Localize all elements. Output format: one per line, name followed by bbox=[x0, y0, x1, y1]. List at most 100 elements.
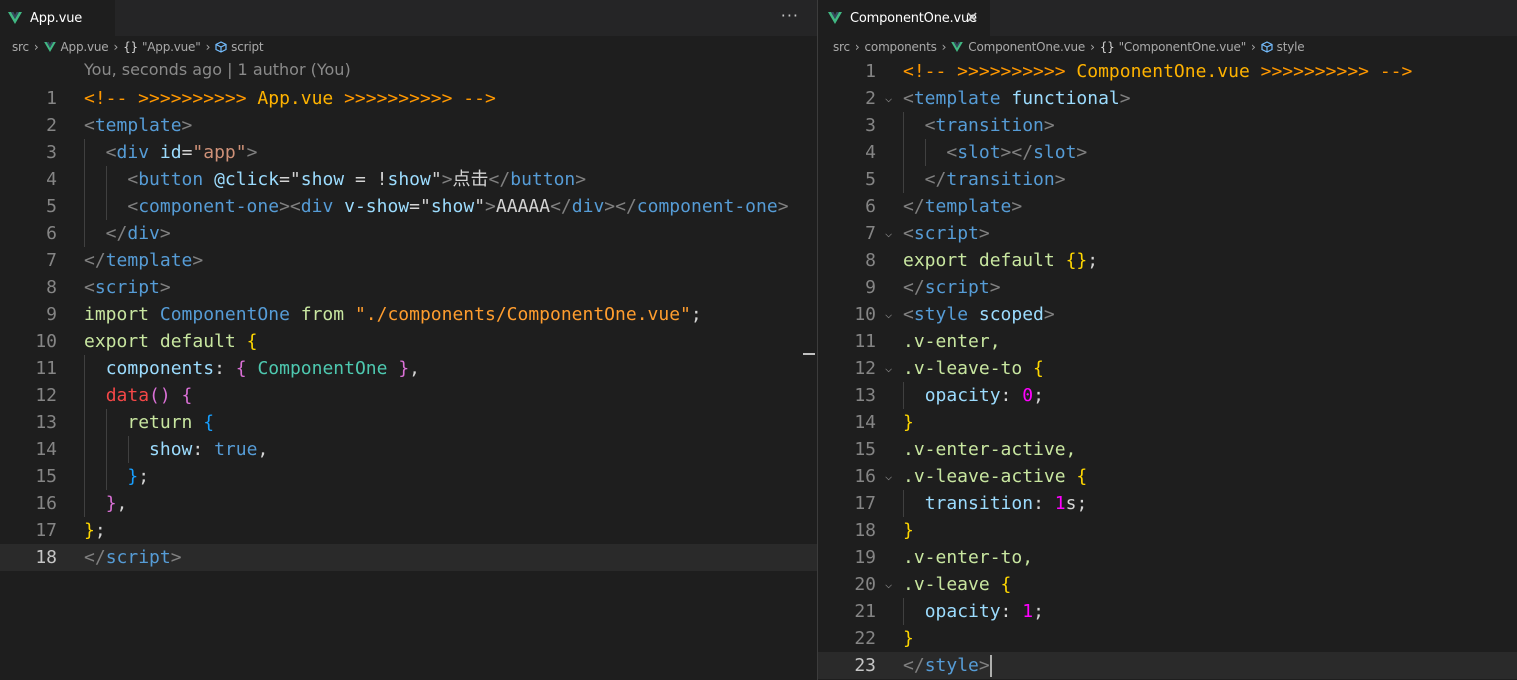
code-line[interactable]: 14} bbox=[818, 409, 1517, 436]
tab-label: App.vue bbox=[30, 10, 83, 26]
line-number: 22 bbox=[854, 628, 876, 649]
line-number: 14 bbox=[35, 439, 57, 460]
chevron-right-icon: › bbox=[854, 40, 860, 54]
chevron-right-icon: › bbox=[33, 40, 39, 54]
code-text: <script> bbox=[903, 223, 990, 244]
code-text: data() { bbox=[105, 385, 193, 406]
line-number: 13 bbox=[854, 385, 876, 406]
breadcrumb-symbol[interactable]: "App.vue" bbox=[142, 40, 201, 54]
more-actions-icon[interactable]: ··· bbox=[781, 6, 799, 25]
line-number: 4 bbox=[46, 169, 57, 190]
fold-chevron-icon[interactable]: ⌵ bbox=[885, 571, 892, 598]
code-editor[interactable]: 1 <!-- >>>>>>>>>> ComponentOne.vue >>>>>>… bbox=[818, 58, 1517, 680]
indent-guide bbox=[903, 382, 904, 409]
line-number: 12 bbox=[854, 358, 876, 379]
line-number: 16 bbox=[854, 466, 876, 487]
breadcrumb-element[interactable]: style bbox=[1277, 40, 1305, 54]
code-line[interactable]: 13 return { bbox=[0, 409, 817, 436]
code-line[interactable]: 5 </transition> bbox=[818, 166, 1517, 193]
code-line[interactable]: 11 .v-enter, bbox=[818, 328, 1517, 355]
code-text: .v-leave { bbox=[903, 574, 1012, 595]
text-cursor bbox=[989, 655, 992, 677]
breadcrumb-folder[interactable]: components bbox=[865, 40, 937, 54]
code-text: } bbox=[903, 412, 914, 433]
code-line[interactable]: 17 transition: 1s; bbox=[818, 490, 1517, 517]
element-symbol-icon bbox=[215, 41, 227, 53]
object-symbol-icon: {} bbox=[123, 40, 138, 54]
code-line[interactable]: 20 ⌵ .v-leave { bbox=[818, 571, 1517, 598]
code-line[interactable]: 2 <template> bbox=[0, 112, 817, 139]
code-line[interactable]: 7 ⌵ <script> bbox=[818, 220, 1517, 247]
code-line[interactable]: 21 opacity: 1; bbox=[818, 598, 1517, 625]
code-line[interactable]: 10 export default { bbox=[0, 328, 817, 355]
code-line[interactable]: 8 <script> bbox=[0, 274, 817, 301]
code-line[interactable]: 15 }; bbox=[0, 463, 817, 490]
code-line[interactable]: 15 .v-enter-active, bbox=[818, 436, 1517, 463]
fold-chevron-icon[interactable]: ⌵ bbox=[885, 220, 892, 247]
code-line[interactable]: 8 export default {}; bbox=[818, 247, 1517, 274]
code-line[interactable]: 23 </style> bbox=[818, 652, 1517, 679]
breadcrumb-src[interactable]: src bbox=[833, 40, 850, 54]
code-text: <template> bbox=[84, 115, 193, 136]
code-text: <component-one><div v-show="show">AAAAA<… bbox=[84, 196, 789, 217]
tab-componentone-vue[interactable]: ComponentOne.vue ✕ bbox=[818, 0, 991, 36]
indent-guide bbox=[925, 139, 926, 166]
fold-chevron-icon[interactable]: ⌵ bbox=[885, 85, 892, 112]
code-line[interactable]: 10 ⌵ <style scoped> bbox=[818, 301, 1517, 328]
code-text: </template> bbox=[903, 196, 1023, 217]
code-line[interactable]: 22} bbox=[818, 625, 1517, 652]
code-line[interactable]: 3 <transition> bbox=[818, 112, 1517, 139]
indent-guide bbox=[106, 409, 107, 490]
code-line[interactable]: 2 ⌵ <template functional> bbox=[818, 85, 1517, 112]
close-icon[interactable]: ✕ bbox=[964, 9, 980, 27]
breadcrumb-file[interactable]: ComponentOne.vue bbox=[968, 40, 1085, 54]
code-line[interactable]: 1 <!-- >>>>>>>>>> App.vue >>>>>>>>>> --> bbox=[0, 85, 817, 112]
code-text: <transition> bbox=[903, 115, 1055, 136]
breadcrumb-src[interactable]: src bbox=[12, 40, 29, 54]
codelens-blame[interactable]: You, seconds ago | 1 author (You) bbox=[84, 60, 351, 79]
line-number: 5 bbox=[46, 196, 57, 217]
code-line[interactable]: 3 <div id="app"> bbox=[0, 139, 817, 166]
code-text: import ComponentOne from "./components/C… bbox=[84, 304, 702, 325]
fold-chevron-icon[interactable]: ⌵ bbox=[885, 355, 892, 382]
breadcrumb-element[interactable]: script bbox=[231, 40, 263, 54]
line-number: 11 bbox=[35, 358, 57, 379]
fold-chevron-icon[interactable]: ⌵ bbox=[885, 301, 892, 328]
vertical-scrollbar[interactable] bbox=[803, 58, 817, 680]
code-line[interactable]: 11 components: { ComponentOne }, bbox=[0, 355, 817, 382]
tab-app-vue[interactable]: App.vue bbox=[0, 0, 116, 36]
code-line[interactable]: 12 data() { bbox=[0, 382, 817, 409]
code-line[interactable]: 9 </script> bbox=[818, 274, 1517, 301]
code-line[interactable]: 6 </template> bbox=[818, 193, 1517, 220]
code-editor[interactable]: You, seconds ago | 1 author (You) 1 <!-- … bbox=[0, 58, 817, 680]
code-line[interactable]: 18 </script> bbox=[0, 544, 817, 571]
vue-file-icon bbox=[951, 42, 964, 52]
code-line[interactable]: 4 <button @click="show = !show">点击</butt… bbox=[0, 166, 817, 193]
line-number: 2 bbox=[46, 115, 57, 136]
code-line[interactable]: 13 opacity: 0; bbox=[818, 382, 1517, 409]
line-number: 5 bbox=[865, 169, 876, 190]
code-line[interactable]: 18} bbox=[818, 517, 1517, 544]
code-line[interactable]: 7 </template> bbox=[0, 247, 817, 274]
code-line[interactable]: 16 }, bbox=[0, 490, 817, 517]
code-line[interactable]: 1 <!-- >>>>>>>>>> ComponentOne.vue >>>>>>… bbox=[818, 58, 1517, 85]
code-line[interactable]: 14 show: true, bbox=[0, 436, 817, 463]
code-line[interactable]: 9 import ComponentOne from "./components/… bbox=[0, 301, 817, 328]
line-number: 15 bbox=[854, 439, 876, 460]
code-line[interactable]: 17}; bbox=[0, 517, 817, 544]
code-line[interactable]: 4 <slot></slot> bbox=[818, 139, 1517, 166]
breadcrumb-file[interactable]: App.vue bbox=[61, 40, 109, 54]
code-text: opacity: 0; bbox=[924, 385, 1044, 406]
code-line[interactable]: 12 ⌵ .v-leave-to { bbox=[818, 355, 1517, 382]
line-number: 3 bbox=[865, 115, 876, 136]
code-text: .v-leave-to { bbox=[903, 358, 1044, 379]
breadcrumb-symbol[interactable]: "ComponentOne.vue" bbox=[1119, 40, 1247, 54]
code-line[interactable]: 19 .v-enter-to, bbox=[818, 544, 1517, 571]
line-number: 6 bbox=[46, 223, 57, 244]
tab-bar: App.vue ··· bbox=[0, 0, 817, 36]
code-line[interactable]: 16 ⌵ .v-leave-active { bbox=[818, 463, 1517, 490]
line-number: 20 bbox=[854, 574, 876, 595]
fold-chevron-icon[interactable]: ⌵ bbox=[885, 463, 892, 490]
code-line[interactable]: 6 </div> bbox=[0, 220, 817, 247]
code-line[interactable]: 5 <component-one><div v-show="show">AAAA… bbox=[0, 193, 817, 220]
